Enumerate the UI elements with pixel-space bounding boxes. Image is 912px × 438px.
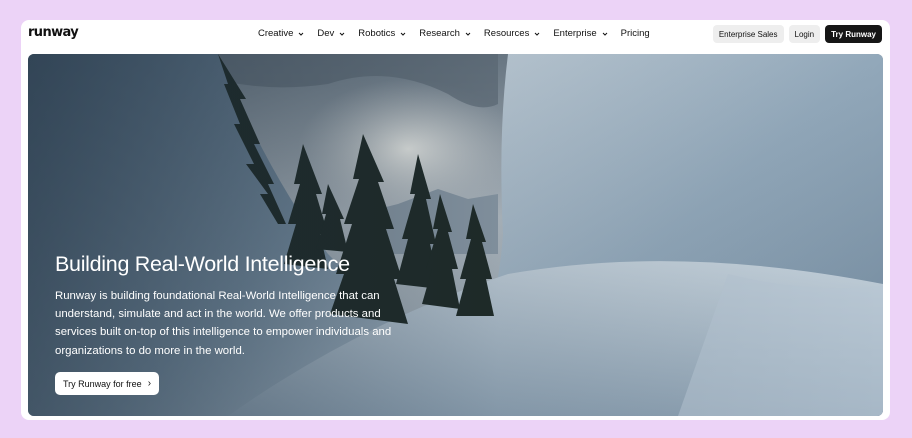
hero-section: Building Real-World Intelligence Runway …	[28, 54, 883, 416]
chevron-down-icon	[465, 32, 471, 36]
nav-item-label: Enterprise	[553, 28, 597, 39]
hero-title: Building Real-World Intelligence	[55, 252, 350, 276]
nav-item-enterprise[interactable]: Enterprise	[553, 28, 608, 39]
chevron-down-icon	[400, 32, 406, 36]
nav-item-dev[interactable]: Dev	[317, 28, 345, 39]
hero-background-image	[28, 54, 883, 416]
nav-item-robotics[interactable]: Robotics	[358, 28, 406, 39]
chevron-right-icon: ›	[147, 378, 152, 389]
nav-item-label: Pricing	[620, 28, 650, 39]
browser-frame: runway Creative Dev Robotics Research Re…	[21, 20, 890, 420]
cta-label: Try Runway for free	[63, 378, 142, 389]
nav-item-pricing[interactable]: Pricing	[621, 28, 650, 39]
try-runway-for-free-button[interactable]: Try Runway for free ›	[55, 372, 160, 395]
runway-logo[interactable]: runway	[28, 25, 79, 40]
nav-item-research[interactable]: Research	[419, 28, 471, 39]
enterprise-sales-button[interactable]: Enterprise Sales	[712, 25, 784, 43]
nav-item-resources[interactable]: Resources	[484, 28, 540, 39]
top-navigation: runway Creative Dev Robotics Research Re…	[21, 20, 890, 50]
nav-item-label: Resources	[483, 28, 530, 39]
hero-description: Runway is building foundational Real-Wor…	[55, 290, 392, 357]
login-button[interactable]: Login	[788, 25, 821, 43]
chevron-down-icon	[602, 32, 608, 36]
try-runway-button[interactable]: Try Runway	[825, 25, 882, 43]
nav-item-label: Dev	[317, 28, 335, 39]
chevron-down-icon	[299, 32, 304, 36]
nav-item-label: Research	[419, 28, 460, 39]
nav-menu: Creative Dev Robotics Research Resources…	[258, 28, 663, 39]
nav-item-creative[interactable]: Creative	[258, 28, 304, 39]
nav-item-label: Creative	[258, 28, 294, 39]
chevron-down-icon	[339, 32, 345, 36]
nav-actions: Enterprise Sales Login Try Runway	[712, 25, 882, 43]
nav-item-label: Robotics	[358, 28, 396, 39]
chevron-down-icon	[534, 32, 540, 36]
